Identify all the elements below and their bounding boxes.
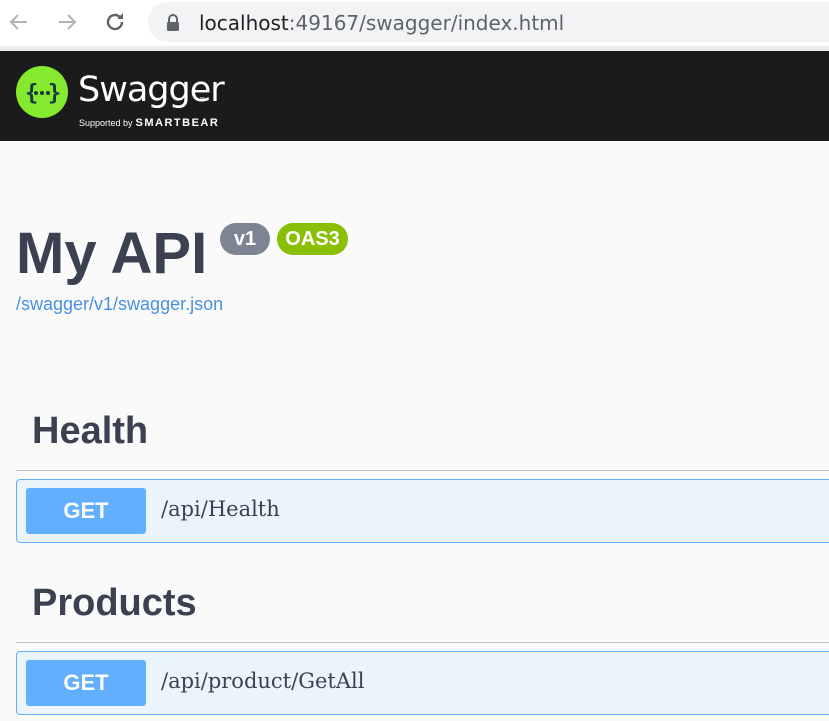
- company-name: SMARTBEAR: [135, 117, 220, 129]
- forward-arrow-icon[interactable]: [54, 9, 80, 35]
- svg-text:}: }: [48, 81, 60, 106]
- brand-subtitle: Supported by SMARTBEAR: [79, 113, 219, 131]
- address-bar[interactable]: localhost:49167/swagger/index.html: [148, 2, 829, 42]
- url-host: localhost: [199, 11, 289, 35]
- page-title: My API: [16, 221, 208, 286]
- tag-health-title[interactable]: Health: [32, 410, 148, 453]
- swagger-braces-icon[interactable]: { }: [16, 66, 68, 118]
- operation-path[interactable]: /api/Health: [161, 497, 280, 521]
- operation-path[interactable]: /api/product/GetAll: [161, 669, 364, 693]
- method-badge-get[interactable]: GET: [26, 488, 146, 534]
- operation-get-products[interactable]: GET /api/product/GetAll: [16, 651, 829, 715]
- trademark: ™: [199, 97, 205, 103]
- reload-icon[interactable]: [102, 9, 128, 35]
- tag-products-title[interactable]: Products: [32, 582, 197, 625]
- oas-badge: OAS3: [277, 223, 348, 255]
- operation-get-health[interactable]: GET /api/Health: [16, 479, 829, 543]
- browser-toolbar: localhost:49167/swagger/index.html: [0, 0, 829, 46]
- back-arrow-icon[interactable]: [6, 9, 32, 35]
- lock-icon[interactable]: [165, 14, 181, 32]
- swagger-topbar: { } Swagger ™ Supported by SMARTBEAR: [0, 51, 829, 141]
- spec-json-link[interactable]: /swagger/v1/swagger.json: [16, 294, 223, 315]
- method-badge-get[interactable]: GET: [26, 660, 146, 706]
- tag-products-divider: [16, 642, 829, 643]
- brand-name[interactable]: Swagger: [78, 70, 225, 110]
- tag-health-divider: [16, 470, 829, 471]
- url-text[interactable]: localhost:49167/swagger/index.html: [199, 11, 564, 35]
- supported-by-text: Supported by: [79, 118, 133, 128]
- url-path: :49167/swagger/index.html: [288, 11, 565, 35]
- version-badge: v1: [220, 223, 270, 255]
